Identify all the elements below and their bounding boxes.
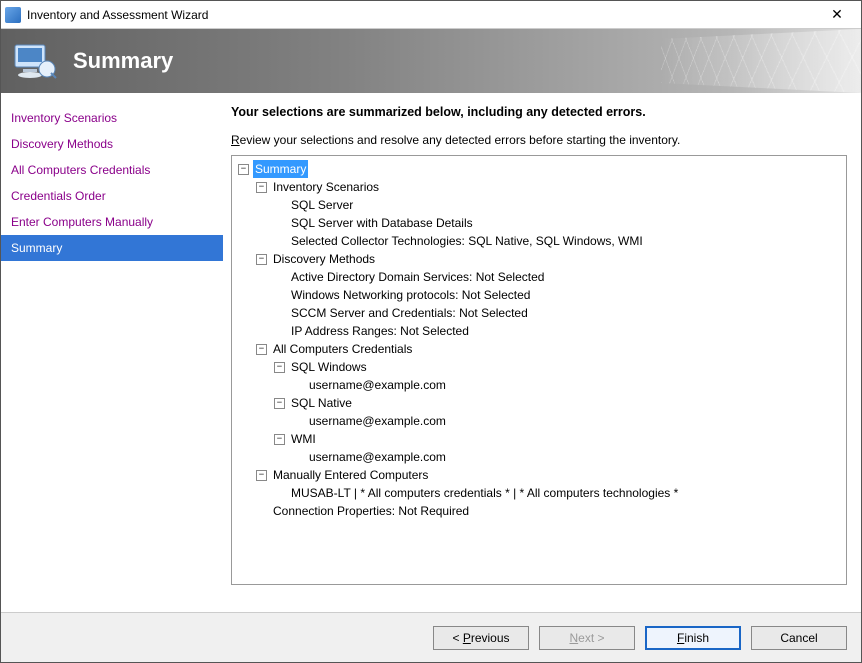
collapse-icon[interactable]: − — [256, 344, 267, 355]
app-icon — [5, 7, 21, 23]
tree-node[interactable]: Windows Networking protocols: Not Select… — [236, 286, 842, 304]
tree-node-label[interactable]: Connection Properties: Not Required — [271, 502, 471, 520]
wizard-footer: < Previous Next > Finish Cancel — [1, 612, 861, 662]
tree-node-label[interactable]: All Computers Credentials — [271, 340, 414, 358]
collapse-icon[interactable]: − — [274, 398, 285, 409]
tree-node-label[interactable]: Windows Networking protocols: Not Select… — [289, 286, 532, 304]
banner-computer-icon — [13, 41, 57, 81]
tree-node[interactable]: −SQL Windows — [236, 358, 842, 376]
sidebar-item-inventory-scenarios[interactable]: Inventory Scenarios — [1, 105, 223, 131]
tree-node[interactable]: Active Directory Domain Services: Not Se… — [236, 268, 842, 286]
main-panel: Your selections are summarized below, in… — [223, 93, 861, 612]
tree-node-label[interactable]: Inventory Scenarios — [271, 178, 381, 196]
page-title: Summary — [73, 48, 173, 74]
tree-node[interactable]: SQL Server with Database Details — [236, 214, 842, 232]
tree-node[interactable]: −Summary — [236, 160, 842, 178]
title-bar: Inventory and Assessment Wizard ✕ — [1, 1, 861, 29]
collapse-icon[interactable]: − — [256, 470, 267, 481]
previous-button[interactable]: < Previous — [433, 626, 529, 650]
tree-node-label[interactable]: SQL Server with Database Details — [289, 214, 475, 232]
sidebar-item-all-computers-credentials[interactable]: All Computers Credentials — [1, 157, 223, 183]
tree-node[interactable]: username@example.com — [236, 376, 842, 394]
tree-node-label[interactable]: Active Directory Domain Services: Not Se… — [289, 268, 546, 286]
tree-node-label[interactable]: SQL Server — [289, 196, 355, 214]
tree-node[interactable]: IP Address Ranges: Not Selected — [236, 322, 842, 340]
tree-node[interactable]: SCCM Server and Credentials: Not Selecte… — [236, 304, 842, 322]
tree-node-label[interactable]: username@example.com — [307, 412, 448, 430]
tree-node[interactable]: Selected Collector Technologies: SQL Nat… — [236, 232, 842, 250]
collapse-icon[interactable]: − — [238, 164, 249, 175]
tree-node-label[interactable]: Selected Collector Technologies: SQL Nat… — [289, 232, 645, 250]
tree-node[interactable]: −Inventory Scenarios — [236, 178, 842, 196]
sidebar-item-summary[interactable]: Summary — [1, 235, 223, 261]
tree-node[interactable]: −Manually Entered Computers — [236, 466, 842, 484]
wizard-banner: Summary — [1, 29, 861, 93]
tree-node-label[interactable]: SQL Native — [289, 394, 354, 412]
tree-node[interactable]: Connection Properties: Not Required — [236, 502, 842, 520]
collapse-icon[interactable]: − — [256, 182, 267, 193]
wizard-steps-sidebar: Inventory ScenariosDiscovery MethodsAll … — [1, 93, 223, 612]
sidebar-item-discovery-methods[interactable]: Discovery Methods — [1, 131, 223, 157]
tree-node-label[interactable]: Discovery Methods — [271, 250, 377, 268]
finish-button[interactable]: Finish — [645, 626, 741, 650]
sidebar-item-enter-computers-manually[interactable]: Enter Computers Manually — [1, 209, 223, 235]
tree-node[interactable]: −WMI — [236, 430, 842, 448]
tree-node-label[interactable]: Manually Entered Computers — [271, 466, 430, 484]
collapse-icon[interactable]: − — [274, 434, 285, 445]
tree-node[interactable]: −Discovery Methods — [236, 250, 842, 268]
tree-node[interactable]: −All Computers Credentials — [236, 340, 842, 358]
tree-node-label[interactable]: SQL Windows — [289, 358, 369, 376]
summary-subtext: Review your selections and resolve any d… — [231, 133, 847, 147]
tree-node[interactable]: username@example.com — [236, 448, 842, 466]
tree-node-label[interactable]: WMI — [289, 430, 318, 448]
tree-node-label[interactable]: IP Address Ranges: Not Selected — [289, 322, 471, 340]
next-button: Next > — [539, 626, 635, 650]
tree-node[interactable]: −SQL Native — [236, 394, 842, 412]
tree-node[interactable]: username@example.com — [236, 412, 842, 430]
collapse-icon[interactable]: − — [256, 254, 267, 265]
tree-node-label[interactable]: MUSAB-LT | * All computers credentials *… — [289, 484, 680, 502]
summary-tree-pane[interactable]: −Summary−Inventory ScenariosSQL ServerSQ… — [231, 155, 847, 585]
sidebar-item-credentials-order[interactable]: Credentials Order — [1, 183, 223, 209]
cancel-button[interactable]: Cancel — [751, 626, 847, 650]
close-icon[interactable]: ✕ — [817, 3, 857, 27]
window-title: Inventory and Assessment Wizard — [27, 8, 817, 22]
collapse-icon[interactable]: − — [274, 362, 285, 373]
summary-heading: Your selections are summarized below, in… — [231, 105, 847, 119]
banner-decoration — [661, 29, 861, 93]
tree-node-label[interactable]: SCCM Server and Credentials: Not Selecte… — [289, 304, 530, 322]
tree-node[interactable]: SQL Server — [236, 196, 842, 214]
tree-node-label[interactable]: username@example.com — [307, 448, 448, 466]
tree-node[interactable]: MUSAB-LT | * All computers credentials *… — [236, 484, 842, 502]
tree-node-label[interactable]: Summary — [253, 160, 308, 178]
tree-node-label[interactable]: username@example.com — [307, 376, 448, 394]
